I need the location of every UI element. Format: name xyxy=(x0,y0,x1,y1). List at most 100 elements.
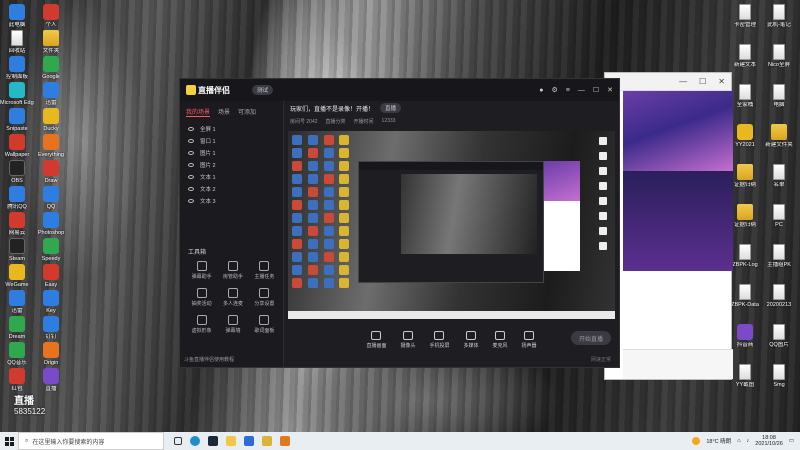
tool-button[interactable]: 虚拟形象 xyxy=(186,315,217,334)
close-icon[interactable]: ✕ xyxy=(607,86,613,94)
desktop-icon[interactable]: Wallpaper xyxy=(0,134,34,158)
tool-button[interactable]: 多人连麦 xyxy=(217,288,248,307)
notification-icon[interactable]: ▭ xyxy=(789,438,794,444)
desktop-icon[interactable]: 迅雷 xyxy=(34,82,68,106)
desktop-icon[interactable]: 直播 xyxy=(34,368,68,392)
desktop-icon[interactable]: QQ图片 xyxy=(762,324,796,348)
desktop-icon[interactable]: 抖音商 xyxy=(728,324,762,348)
app-icon[interactable] xyxy=(262,436,272,446)
scene-item[interactable]: 图片 1 xyxy=(184,147,279,159)
desktop-icon[interactable]: YY截图 xyxy=(728,364,762,388)
desktop-icon[interactable]: 电脑 xyxy=(762,84,796,108)
stream-preview[interactable] xyxy=(288,131,615,319)
eye-icon[interactable] xyxy=(188,163,194,167)
desktop-icon[interactable]: Smg xyxy=(762,364,796,388)
desktop-icon[interactable]: 钉钉 xyxy=(34,316,68,340)
desktop-icon[interactable]: Draw xyxy=(34,160,68,184)
room-title[interactable]: 玩家们，直播不是录像！开播！ xyxy=(290,104,374,113)
desktop-icon[interactable]: QQ音乐 xyxy=(0,342,34,366)
eye-icon[interactable] xyxy=(188,187,194,191)
clock[interactable]: 18:08 2021/10/26 xyxy=(755,435,783,447)
task-view-icon[interactable] xyxy=(174,437,182,445)
avatar[interactable]: ● xyxy=(539,87,543,94)
desktop-icon[interactable]: 此电脑 xyxy=(0,4,34,28)
eye-icon[interactable] xyxy=(188,139,194,143)
maximize-icon[interactable]: ☐ xyxy=(699,77,706,86)
scene-item[interactable]: 文本 2 xyxy=(184,183,279,195)
desktop-icon[interactable]: Key xyxy=(34,290,68,314)
scene-item[interactable]: 文本 3 xyxy=(184,195,279,207)
desktop-icon[interactable]: 此机-笔记 xyxy=(762,4,796,28)
eye-icon[interactable] xyxy=(188,175,194,179)
desktop-icon[interactable]: 红包 xyxy=(0,368,34,392)
weather-text[interactable]: 18°C 晴朗 xyxy=(706,437,731,445)
desktop-icon[interactable]: 名单 xyxy=(762,164,796,188)
app-icon[interactable] xyxy=(244,436,254,446)
tutorial-link[interactable]: 斗鱼直播伴侣使用教程 xyxy=(184,356,234,363)
tab-addable[interactable]: 可添加 xyxy=(238,107,256,117)
desktop-icon[interactable]: Speedy xyxy=(34,238,68,262)
settings-icon[interactable]: ⚙ xyxy=(551,86,557,94)
desktop-icon[interactable]: Dream xyxy=(0,316,34,340)
maximize-icon[interactable]: ☐ xyxy=(593,86,599,94)
eye-icon[interactable] xyxy=(188,199,194,203)
desktop-icon[interactable]: ZBPK-Data xyxy=(728,284,762,308)
explorer-icon[interactable] xyxy=(226,436,236,446)
desktop-icon[interactable]: Photoshop xyxy=(34,212,68,236)
desktop-icon[interactable]: 主播组PK xyxy=(762,244,796,268)
taskbar-search[interactable]: ⌕ 在这里输入你要搜索的内容 xyxy=(18,432,164,450)
tab-my-scenes[interactable]: 我的场景 xyxy=(186,107,211,117)
tool-button[interactable]: 歌词面板 xyxy=(249,315,280,334)
steam-icon[interactable] xyxy=(208,436,218,446)
desktop-icon[interactable]: 证据归纳 xyxy=(728,204,762,228)
tab-scenes[interactable]: 场景 xyxy=(218,107,230,117)
microphone-button[interactable]: 麦克风 xyxy=(493,331,508,349)
desktop-icon[interactable]: Google xyxy=(34,56,68,80)
desktop-icon[interactable]: YY2021 xyxy=(728,124,762,148)
volume-icon[interactable]: ♪ xyxy=(747,438,750,444)
eye-icon[interactable] xyxy=(188,151,194,155)
live-companion-icon[interactable] xyxy=(280,436,290,446)
edge-icon[interactable] xyxy=(190,436,200,446)
desktop-icon[interactable]: Easy xyxy=(34,264,68,288)
camera-button[interactable]: 摄像头 xyxy=(400,331,415,349)
scene-item[interactable]: 窗口 1 xyxy=(184,135,279,147)
desktop-icon[interactable]: WeGame xyxy=(0,264,34,288)
scene-item[interactable]: 全屏 1 xyxy=(184,123,279,135)
desktop-icon[interactable]: 个人 xyxy=(34,4,68,28)
chat-input-bar[interactable] xyxy=(623,349,733,379)
minimize-icon[interactable]: — xyxy=(578,87,585,94)
tool-button[interactable]: 弹幕助手 xyxy=(186,261,217,280)
desktop-icon[interactable]: 控制面板 xyxy=(0,56,34,80)
desktop-icon[interactable]: 回收站 xyxy=(0,30,34,54)
network-icon[interactable]: ⌂ xyxy=(737,438,740,444)
desktop-icon[interactable]: QQ xyxy=(34,186,68,210)
tool-button[interactable]: 分享设置 xyxy=(249,288,280,307)
desktop-icon[interactable]: 腾讯QQ xyxy=(0,186,34,210)
desktop-icon[interactable]: 20200213 xyxy=(762,284,796,308)
phone-cast-button[interactable]: 手机投屏 xyxy=(429,331,450,349)
desktop-icon[interactable]: Origin xyxy=(34,342,68,366)
tool-button[interactable]: 抽奖活动 xyxy=(186,288,217,307)
desktop-icon[interactable]: Snipaste xyxy=(0,108,34,132)
desktop-icon[interactable]: Microsoft Edge xyxy=(0,82,34,106)
desktop-icon[interactable]: 网易云 xyxy=(0,212,34,236)
start-button[interactable] xyxy=(0,432,18,450)
desktop-icon[interactable]: Nico全屏 xyxy=(762,44,796,68)
media-button[interactable]: 多媒体 xyxy=(464,331,479,349)
desktop-icon[interactable]: Ducky xyxy=(34,108,68,132)
desktop-icon[interactable]: 文件夹 xyxy=(34,30,68,54)
tool-button[interactable]: 房管助手 xyxy=(217,261,248,280)
desktop-icon[interactable]: 新建文件夹 xyxy=(762,124,796,148)
scene-item[interactable]: 图片 2 xyxy=(184,159,279,171)
desktop-icon[interactable]: 全家桶 xyxy=(728,84,762,108)
speaker-button[interactable]: 扬声器 xyxy=(522,331,537,349)
browser-window-background[interactable]: — ☐ ✕ xyxy=(604,72,733,380)
minimize-icon[interactable]: — xyxy=(679,77,687,86)
desktop-icon[interactable]: ZBPK-Log xyxy=(728,244,762,268)
desktop-icon[interactable]: Everything xyxy=(34,134,68,158)
tool-button[interactable]: 主播任务 xyxy=(249,261,280,280)
live-streaming-companion-window[interactable]: 直播伴侣 测试 ● ⚙ ≡ — ☐ ✕ 我的场景 场景 可添加 全屏 1 窗口 … xyxy=(179,78,620,368)
screen-capture-button[interactable]: 直播画面 xyxy=(366,331,386,349)
start-live-button[interactable]: 开始直播 xyxy=(571,331,611,345)
